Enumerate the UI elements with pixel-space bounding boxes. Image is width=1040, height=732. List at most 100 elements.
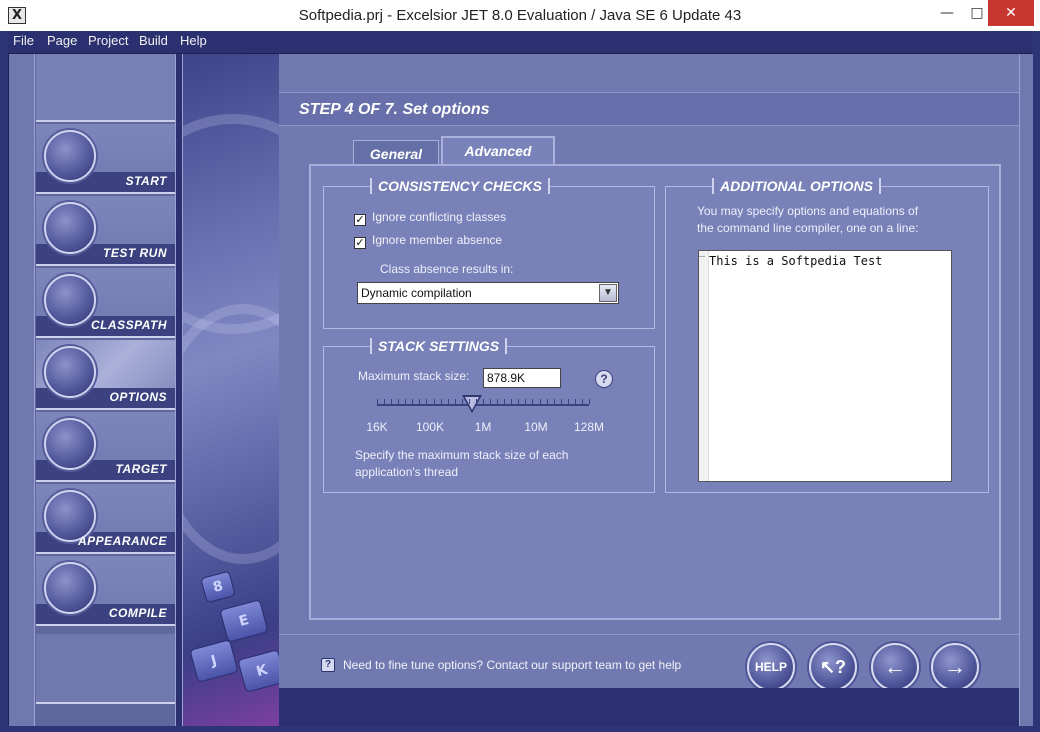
slider-tick bbox=[589, 399, 590, 404]
whats-this-button[interactable]: ↖? bbox=[809, 643, 857, 691]
slider-tick bbox=[560, 399, 562, 404]
additional-desc-line1: You may specify options and equations of bbox=[697, 204, 919, 218]
slider-tick bbox=[539, 399, 541, 404]
menu-bar: File Page Project Build Help bbox=[8, 31, 1032, 53]
additional-options-group: ADDITIONAL OPTIONS You may specify optio… bbox=[665, 178, 989, 493]
slider-tick bbox=[497, 399, 499, 404]
slider-tick bbox=[553, 399, 555, 404]
chevron-down-icon[interactable]: ▼ bbox=[599, 284, 617, 302]
back-button[interactable]: ← bbox=[871, 643, 919, 691]
slider-tick bbox=[518, 399, 520, 404]
nav-label: APPEARANCE bbox=[77, 534, 167, 548]
help-button[interactable]: HELP bbox=[747, 643, 795, 691]
help-icon[interactable]: ? bbox=[595, 370, 613, 388]
nav-target[interactable]: TARGET bbox=[36, 412, 175, 482]
scale-label-1m: 1M bbox=[474, 420, 492, 434]
next-button[interactable]: → bbox=[931, 643, 979, 691]
ignore-conflicting-checkbox[interactable]: ✓ bbox=[354, 214, 366, 226]
ignore-absence-label: Ignore member absence bbox=[372, 233, 503, 247]
minimize-button[interactable]: — bbox=[932, 0, 962, 26]
stack-settings-title: STACK SETTINGS bbox=[370, 338, 508, 354]
nav-appearance[interactable]: APPEARANCE bbox=[36, 484, 175, 554]
slider-tick bbox=[546, 399, 548, 404]
left-edge-strip bbox=[9, 54, 35, 726]
nav-label: TARGET bbox=[115, 462, 167, 476]
stack-description-line2: application's thread bbox=[355, 465, 459, 479]
nav-label: CLASSPATH bbox=[90, 318, 167, 332]
test-run-orb-icon bbox=[44, 202, 96, 254]
step-header: STEP 4 OF 7. Set options bbox=[279, 92, 1019, 126]
scale-label-16k: 16K bbox=[366, 420, 388, 434]
tab-general[interactable]: General bbox=[353, 140, 439, 166]
slider-tick bbox=[405, 399, 407, 404]
slider-tick bbox=[468, 399, 470, 404]
nav-classpath[interactable]: CLASSPATH bbox=[36, 268, 175, 338]
ignore-absence-checkbox[interactable]: ✓ bbox=[354, 237, 366, 249]
slider-tick bbox=[398, 399, 400, 404]
slider-tick bbox=[433, 399, 435, 404]
nav-footer-box bbox=[36, 634, 175, 704]
column-separator bbox=[175, 54, 183, 726]
slider-tick bbox=[574, 399, 576, 404]
classpath-orb-icon bbox=[44, 274, 96, 326]
slider-tick bbox=[525, 399, 527, 404]
nav-compile[interactable]: COMPILE bbox=[36, 556, 175, 626]
additional-options-text: This is a Softpedia Test bbox=[709, 254, 883, 268]
consistency-checks-title: CONSISTENCY CHECKS bbox=[370, 178, 550, 194]
additional-options-textarea[interactable]: – This is a Softpedia Test bbox=[698, 250, 952, 482]
textarea-gutter: – bbox=[699, 251, 709, 481]
slider-tick bbox=[377, 399, 378, 404]
right-edge-strip bbox=[1019, 54, 1033, 726]
title-bar: X Softpedia.prj - Excelsior JET 8.0 Eval… bbox=[0, 0, 1040, 31]
slider-tick bbox=[391, 399, 393, 404]
stack-settings-group: STACK SETTINGS Maximum stack size: 878.9… bbox=[323, 338, 655, 493]
nav-test-run[interactable]: TEST RUN bbox=[36, 196, 175, 266]
nav-header-box bbox=[36, 54, 175, 122]
slider-tick bbox=[567, 399, 569, 404]
scale-label-10m: 10M bbox=[524, 420, 548, 434]
tab-advanced[interactable]: Advanced bbox=[441, 136, 555, 166]
menu-help[interactable]: Help bbox=[180, 33, 207, 48]
content-area: STEP 4 OF 7. Set options General Advance… bbox=[279, 54, 1019, 726]
class-absence-select[interactable]: Dynamic compilation ▼ bbox=[357, 282, 619, 304]
start-orb-icon bbox=[44, 130, 96, 182]
slider-tick bbox=[461, 399, 463, 404]
step-title: STEP 4 OF 7. Set options bbox=[299, 101, 490, 118]
target-orb-icon bbox=[44, 418, 96, 470]
ignore-conflicting-label: Ignore conflicting classes bbox=[372, 210, 507, 224]
stack-slider-track[interactable] bbox=[377, 404, 589, 406]
deco-ring bbox=[183, 304, 279, 564]
menu-page[interactable]: Page bbox=[47, 33, 77, 48]
slider-tick bbox=[426, 399, 428, 404]
slider-tick bbox=[412, 399, 414, 404]
stack-description-line1: Specify the maximum stack size of each bbox=[355, 448, 569, 462]
keyboard-key-icon: J bbox=[189, 639, 239, 683]
slider-tick bbox=[447, 399, 449, 404]
nav-label: TEST RUN bbox=[103, 246, 167, 260]
slider-tick bbox=[511, 399, 513, 404]
stack-slider-thumb[interactable] bbox=[462, 395, 483, 413]
nav-start[interactable]: START bbox=[36, 124, 175, 194]
close-button[interactable]: ✕ bbox=[988, 0, 1034, 26]
max-stack-label: Maximum stack size: bbox=[358, 369, 470, 383]
keyboard-key-icon: K bbox=[237, 649, 279, 693]
ignore-absence-row[interactable]: ✓ Ignore member absence bbox=[354, 233, 502, 249]
advanced-panel: CONSISTENCY CHECKS ✓ Ignore conflicting c… bbox=[309, 164, 1001, 620]
app-window: X Softpedia.prj - Excelsior JET 8.0 Eval… bbox=[0, 0, 1040, 732]
nav-column: START TEST RUN CLASSPATH OPTIONS TARGET bbox=[9, 54, 175, 726]
menu-project[interactable]: Project bbox=[88, 33, 128, 48]
menu-build[interactable]: Build bbox=[139, 33, 168, 48]
ignore-conflicting-row[interactable]: ✓ Ignore conflicting classes bbox=[354, 210, 506, 226]
nav-options[interactable]: OPTIONS bbox=[36, 340, 175, 410]
additional-desc-line2: the command line compiler, one on a line… bbox=[697, 221, 919, 235]
support-help-icon[interactable]: ? bbox=[321, 658, 335, 672]
slider-tick bbox=[483, 399, 484, 404]
nav-label: START bbox=[125, 174, 167, 188]
max-stack-input[interactable]: 878.9K bbox=[483, 368, 561, 388]
menu-file[interactable]: File bbox=[13, 33, 34, 48]
slider-tick bbox=[504, 399, 506, 404]
support-text[interactable]: Need to fine tune options? Contact our s… bbox=[343, 658, 681, 672]
deco-ring bbox=[183, 114, 279, 334]
slider-tick bbox=[581, 399, 583, 404]
scale-label-100k: 100K bbox=[415, 420, 445, 434]
